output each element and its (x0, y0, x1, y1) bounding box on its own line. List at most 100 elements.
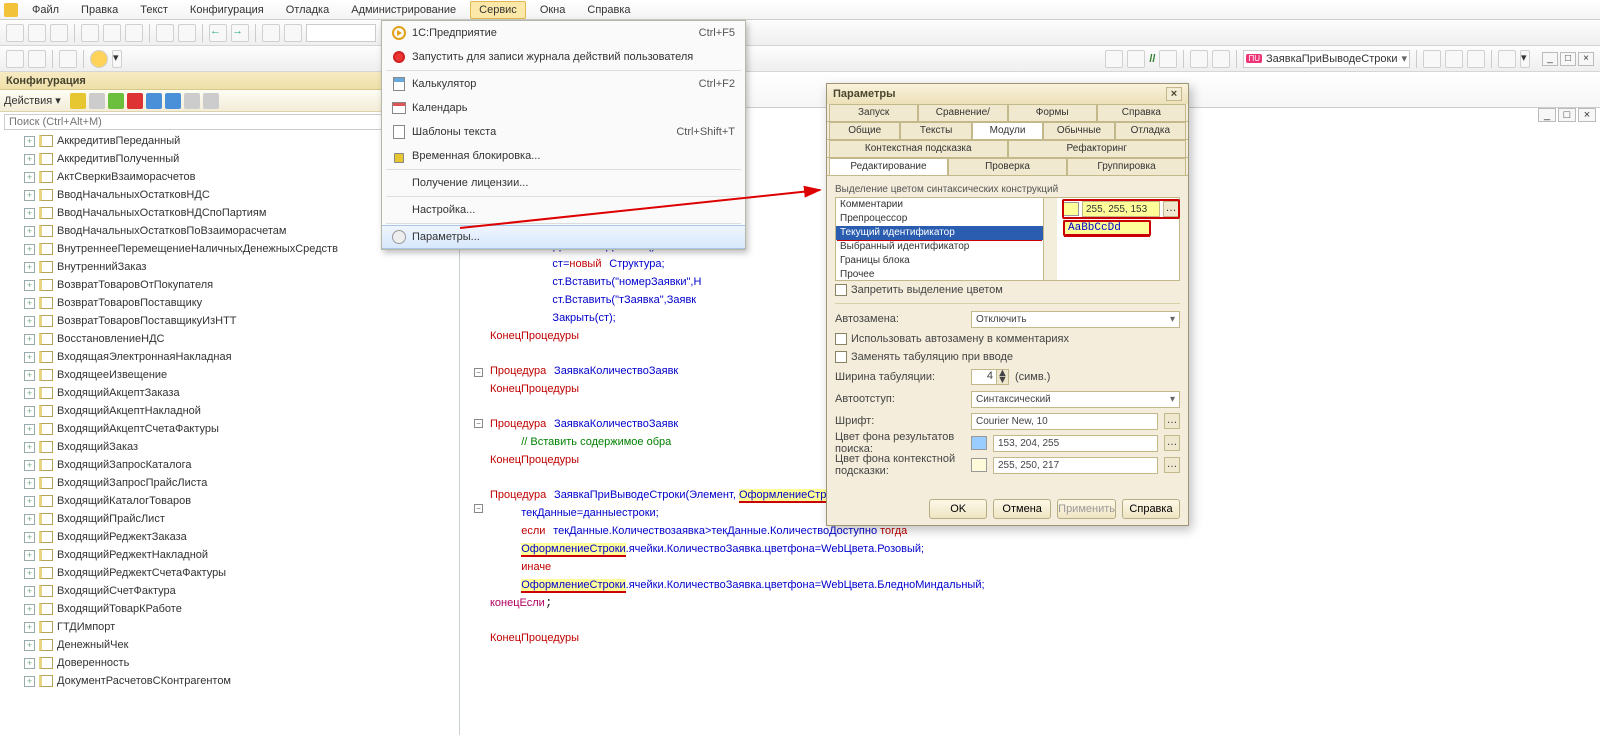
tab[interactable]: Тексты (900, 122, 971, 139)
tree-item[interactable]: +ВходящийАкцептНакладной (0, 402, 459, 420)
tree-item[interactable]: +ВходящийЗаказ (0, 438, 459, 456)
service-menu-item[interactable]: Параметры... (382, 225, 745, 249)
expand-icon[interactable]: + (24, 586, 35, 597)
expand-icon[interactable]: + (24, 478, 35, 489)
expand-icon[interactable]: + (24, 460, 35, 471)
expand-icon[interactable]: + (24, 442, 35, 453)
mdi-close[interactable]: × (1578, 52, 1594, 66)
expand-icon[interactable]: + (24, 370, 35, 381)
expand-icon[interactable]: + (24, 334, 35, 345)
service-menu-item[interactable]: Шаблоны текстаCtrl+Shift+T (382, 120, 745, 144)
subwin-min[interactable]: _ (1538, 108, 1556, 122)
tree-item[interactable]: +ВозвратТоваровПоставщику (0, 294, 459, 312)
expand-icon[interactable]: + (24, 406, 35, 417)
expand-icon[interactable]: + (24, 568, 35, 579)
menu-windows[interactable]: Окна (532, 2, 574, 18)
menu-service[interactable]: Сервис (470, 1, 526, 19)
tab[interactable]: Редактирование (829, 158, 948, 175)
expand-icon[interactable]: + (24, 424, 35, 435)
tree-item[interactable]: +ВходящийРеджектЗаказа (0, 528, 459, 546)
expand-icon[interactable]: + (24, 496, 35, 507)
expand-icon[interactable]: + (24, 532, 35, 543)
mdi-min[interactable]: _ (1542, 52, 1558, 66)
tb2-e4[interactable] (1498, 50, 1516, 68)
tree-item[interactable]: +ВходящийЗапросКаталога (0, 456, 459, 474)
tb-save[interactable] (50, 24, 68, 42)
cb-tab[interactable] (835, 351, 847, 363)
help-button[interactable]: Справка (1122, 499, 1180, 519)
tb-paste[interactable] (125, 24, 143, 42)
syntax-item[interactable]: Текущий идентификатор (836, 226, 1043, 240)
tree-item[interactable]: +ВходящийТоварКРаботе (0, 600, 459, 618)
tb2-e3[interactable] (1467, 50, 1485, 68)
tree-item[interactable]: +ВходящееИзвещение (0, 366, 459, 384)
tb-cut[interactable] (81, 24, 99, 42)
tb-redo[interactable]: → (231, 24, 249, 42)
autoreplace-combo[interactable]: Отключить (971, 311, 1180, 328)
actions-dropdown[interactable]: Действия ▾ (4, 94, 61, 107)
ok-button[interactable]: OK (929, 499, 987, 519)
service-menu-item[interactable]: Календарь (382, 96, 745, 120)
tb-findnext[interactable] (284, 24, 302, 42)
tree-item[interactable]: +ДенежныйЧек (0, 636, 459, 654)
tabwidth-spinner[interactable]: 4▲▼ (971, 369, 1009, 385)
expand-icon[interactable]: + (24, 550, 35, 561)
tb-open[interactable] (28, 24, 46, 42)
tab[interactable]: Справка (1097, 104, 1186, 121)
tree-item[interactable]: +ВходящаяЭлектроннаяНакладная (0, 348, 459, 366)
tab[interactable]: Запуск 1С:Предприятия (829, 104, 918, 121)
tab[interactable]: Модули (972, 122, 1043, 139)
tree-item[interactable]: +ВходящийСчетФактура (0, 582, 459, 600)
mini-up[interactable] (146, 93, 162, 109)
tb-search-input[interactable] (306, 24, 376, 42)
tb2-b[interactable] (28, 50, 46, 68)
tab[interactable]: Общие (829, 122, 900, 139)
menu-file[interactable]: Файл (24, 2, 67, 18)
tb-undo[interactable]: ← (209, 24, 227, 42)
expand-icon[interactable]: + (24, 352, 35, 363)
menu-text[interactable]: Текст (132, 2, 176, 18)
tb-new[interactable] (6, 24, 24, 42)
service-menu-item[interactable]: 1С:ПредприятиеCtrl+F5 (382, 21, 745, 45)
tree-item[interactable]: +ВходящийЗапросПрайсЛиста (0, 474, 459, 492)
tb2-d5[interactable] (1212, 50, 1230, 68)
expand-icon[interactable]: + (24, 514, 35, 525)
tree-item[interactable]: +ВосстановлениеНДС (0, 330, 459, 348)
expand-icon[interactable]: + (24, 244, 35, 255)
bg2-value[interactable]: 255, 250, 217 (993, 457, 1158, 474)
expand-icon[interactable]: + (24, 208, 35, 219)
tree-item[interactable]: +ВходящийАкцептСчетаФактуры (0, 420, 459, 438)
expand-icon[interactable]: + (24, 316, 35, 327)
indent-combo[interactable]: Синтаксический (971, 391, 1180, 408)
syntax-item[interactable]: Препроцессор (836, 212, 1043, 226)
syntax-list[interactable]: КомментарииПрепроцессорТекущий идентифик… (836, 198, 1043, 280)
menu-help[interactable]: Справка (579, 2, 638, 18)
mini-del[interactable] (127, 93, 143, 109)
syntax-item[interactable]: Комментарии (836, 198, 1043, 212)
menu-edit[interactable]: Правка (73, 2, 126, 18)
tree-item[interactable]: +ВнутреннийЗаказ (0, 258, 459, 276)
tb2-e1[interactable] (1423, 50, 1441, 68)
tree-item[interactable]: +ВходящийАкцептЗаказа (0, 384, 459, 402)
tb-preview[interactable] (178, 24, 196, 42)
expand-icon[interactable]: + (24, 172, 35, 183)
mdi-max[interactable]: □ (1560, 52, 1576, 66)
tb2-c[interactable] (59, 50, 77, 68)
color-value[interactable]: 255, 255, 153 (1082, 201, 1160, 217)
expand-icon[interactable]: + (24, 388, 35, 399)
tree-item[interactable]: +ДокументРасчетовСКонтрагентом (0, 672, 459, 690)
subwin-max[interactable]: □ (1558, 108, 1576, 122)
expand-icon[interactable]: + (24, 676, 35, 687)
mini-d[interactable] (203, 93, 219, 109)
tree-item[interactable]: +ВозвратТоваровОтПокупателя (0, 276, 459, 294)
cb-autorepl[interactable] (835, 333, 847, 345)
tab[interactable]: Формы (1008, 104, 1097, 121)
bg1-pick[interactable]: … (1164, 435, 1180, 451)
expand-icon[interactable]: + (24, 280, 35, 291)
expand-icon[interactable]: + (24, 136, 35, 147)
tab[interactable]: Рефакторинг (1008, 140, 1187, 157)
syntax-item[interactable]: Границы блока (836, 254, 1043, 268)
syntax-scrollbar[interactable] (1043, 198, 1057, 280)
font-pick[interactable]: … (1164, 413, 1180, 429)
tb2-run[interactable] (90, 50, 108, 68)
